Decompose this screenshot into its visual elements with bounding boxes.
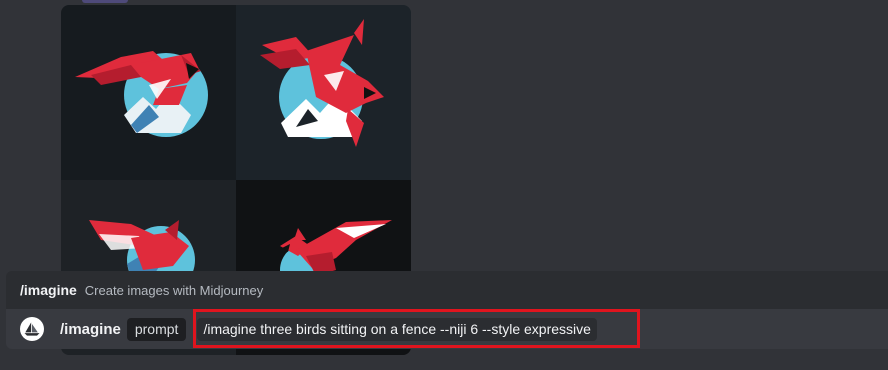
cardinal-logo-image — [260, 19, 384, 147]
discord-channel-view: /imagine Create images with Midjourney /… — [0, 0, 888, 370]
sailboat-icon — [24, 322, 40, 336]
message-divider — [82, 0, 128, 3]
generated-image-2[interactable] — [236, 5, 411, 180]
prompt-option-label[interactable]: prompt — [126, 317, 187, 341]
suggestion-command-name: /imagine — [20, 282, 77, 298]
prompt-input[interactable]: /imagine three birds sitting on a fence … — [197, 317, 597, 341]
generated-image-1[interactable] — [61, 5, 236, 180]
cardinal-logo-image — [75, 51, 208, 137]
command-suggestion[interactable]: /imagine Create images with Midjourney — [6, 271, 888, 309]
suggestion-command-description: Create images with Midjourney — [84, 282, 264, 298]
midjourney-bot-icon — [20, 317, 44, 341]
input-command-name: /imagine — [60, 320, 121, 338]
message-input-bar[interactable]: /imagine prompt /imagine three birds sit… — [6, 309, 888, 349]
